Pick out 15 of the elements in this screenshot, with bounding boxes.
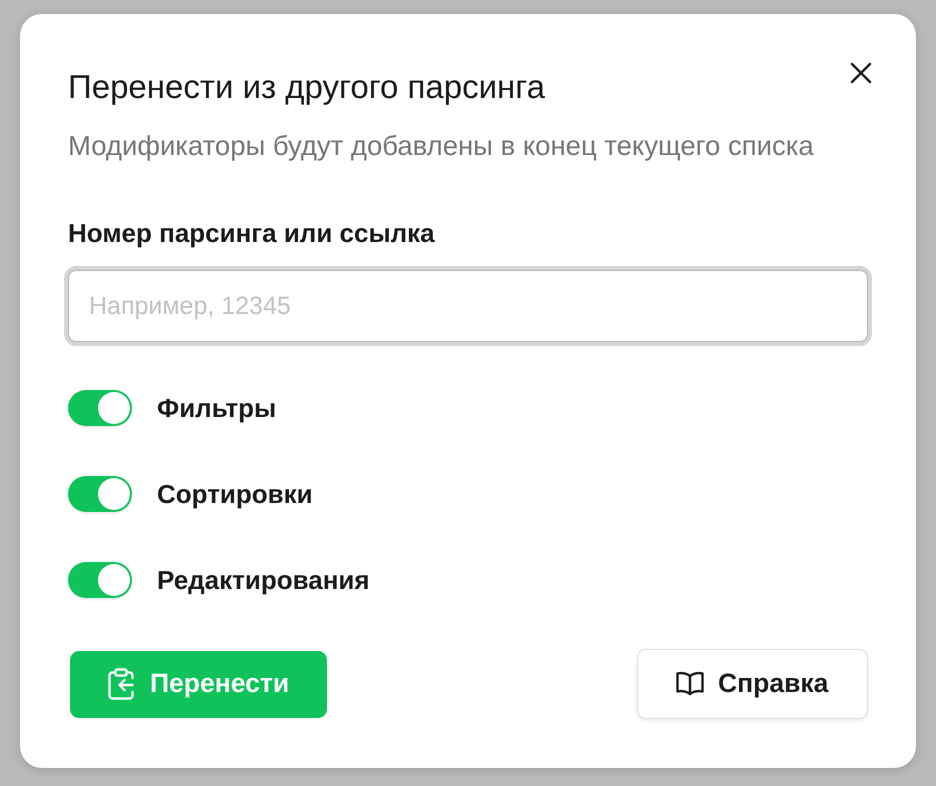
toggle-label: Сортировки — [157, 479, 313, 509]
dialog-subtitle: Модификаторы будут добавлены в конец текущего списка — [68, 131, 815, 161]
toggle-label: Редактирования — [157, 565, 370, 595]
close-button[interactable] — [850, 61, 872, 83]
field-label: Номер парсинга или ссылка — [68, 218, 436, 248]
close-icon — [850, 62, 872, 84]
dialog-title: Перенести из другого парсинга — [68, 69, 545, 105]
toggle-switch[interactable] — [68, 476, 132, 512]
toggle-label: Фильтры — [157, 393, 276, 423]
clipboard-arrow-icon — [108, 668, 134, 700]
toggle-switch[interactable] — [68, 562, 132, 598]
input-field[interactable]: Например, 12345 — [68, 270, 868, 342]
book-icon — [676, 671, 704, 697]
help-button[interactable]: Справка — [637, 649, 868, 719]
toggle-switch[interactable] — [68, 390, 132, 426]
